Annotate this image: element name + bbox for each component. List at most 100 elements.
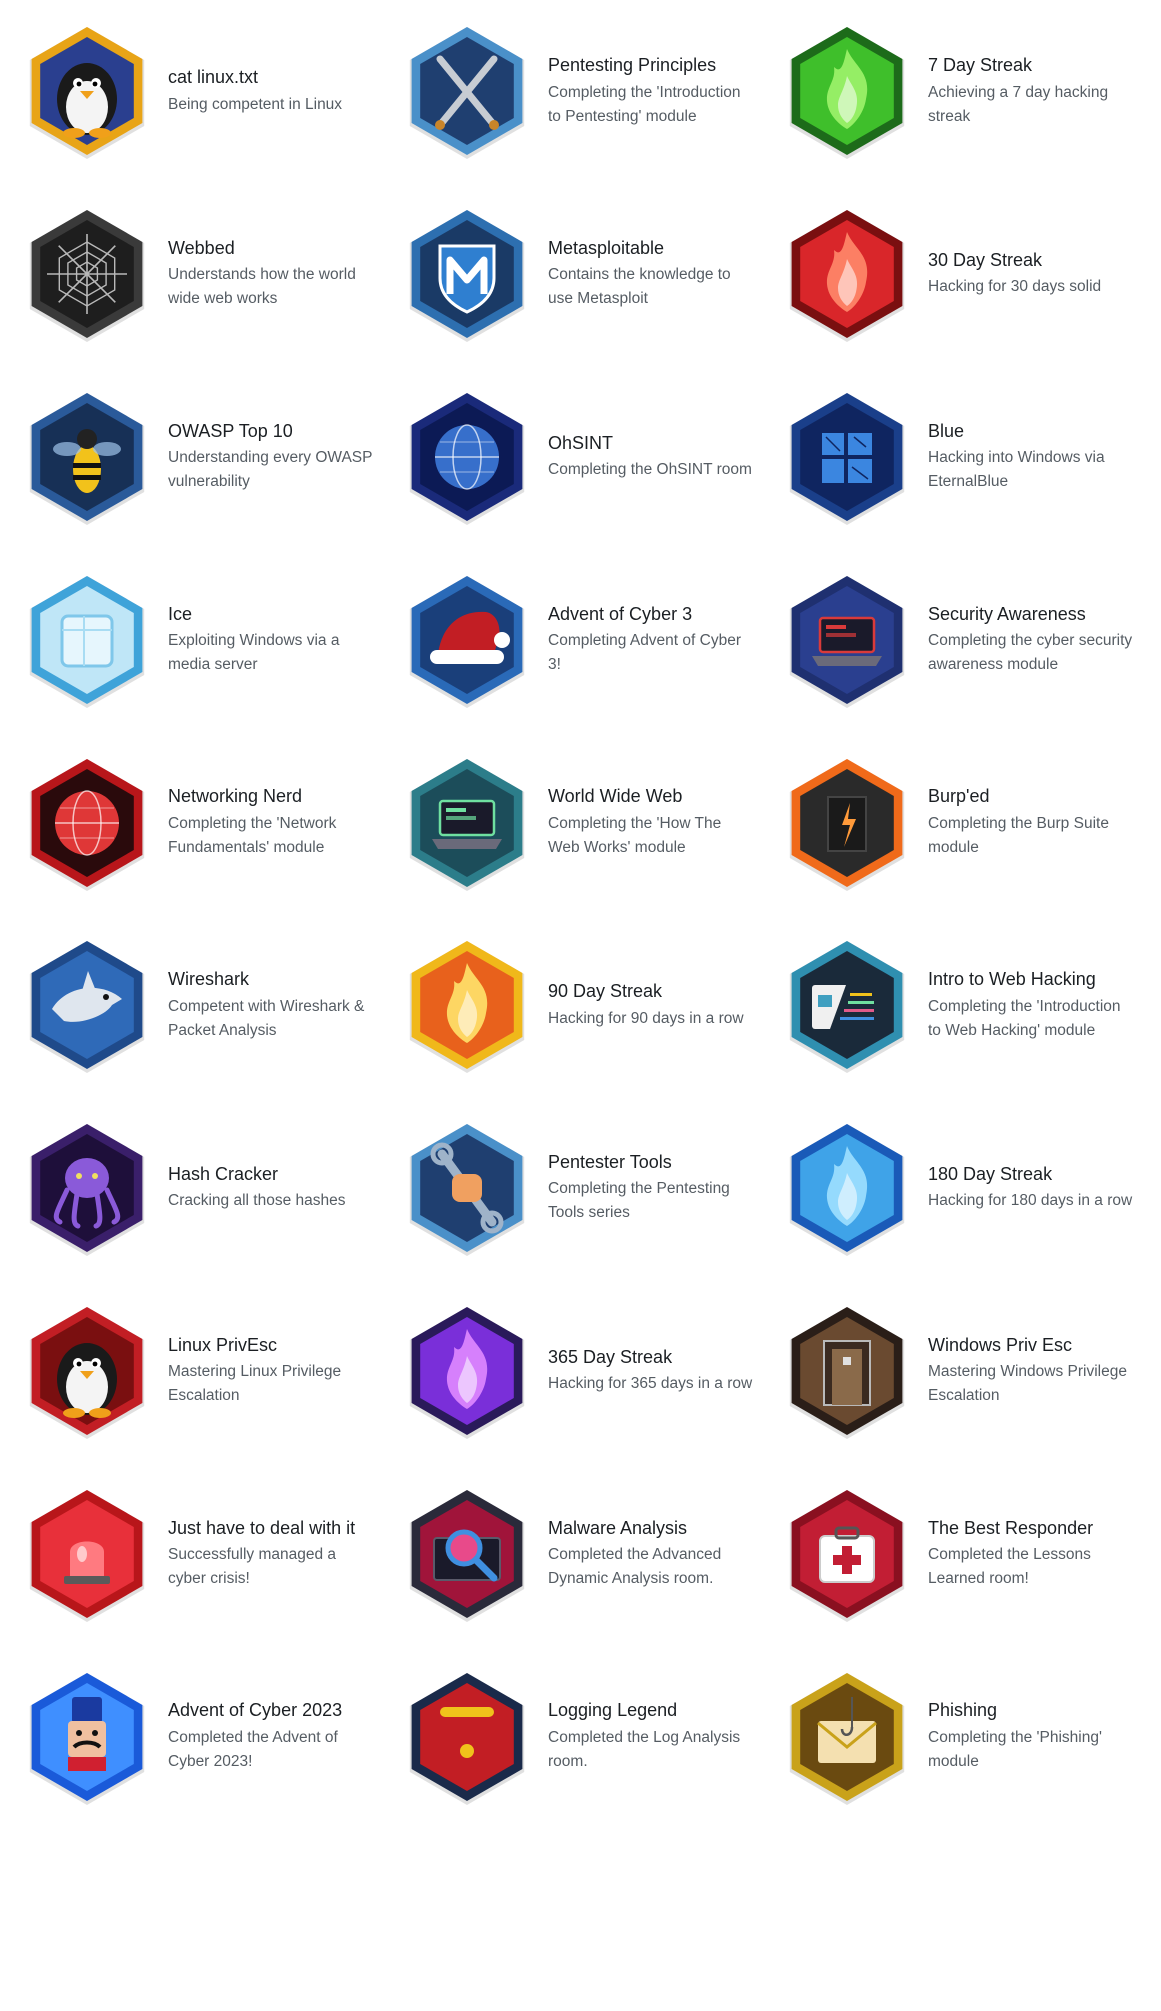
badge-description: Hacking for 365 days in a row (548, 1375, 753, 1393)
shark-icon (22, 935, 152, 1075)
badge-title: Malware Analysis (548, 1517, 688, 1538)
badge-info: 90 Day Streak Hacking for 90 days in a ro… (548, 980, 753, 1031)
badge-info: Ice Exploiting Windows via a media server (168, 603, 373, 678)
badge-info: Wireshark Competent with Wireshark & Pack… (168, 968, 373, 1043)
badge-description: Hacking for 180 days in a row (928, 1192, 1133, 1210)
badge-info: Webbed Understands how the world wide web… (168, 237, 373, 312)
badge-info: 7 Day Streak Achieving a 7 day hacking st… (928, 54, 1133, 129)
nutcracker-icon (22, 1667, 152, 1807)
badge-title: cat linux.txt (168, 67, 259, 88)
badge-card: 180 Day Streak Hacking for 180 days in a … (782, 1097, 1161, 1280)
wasp-icon (22, 387, 152, 527)
badge-card: Advent of Cyber 2023 Completed the Advent… (22, 1645, 402, 1828)
orange-flame-icon (402, 935, 532, 1075)
badge-description: Completing the 'Phishing' module (928, 1728, 1102, 1770)
badge-info: Logging Legend Completed the Log Analysis… (548, 1699, 753, 1774)
badge-title: Pentester Tools (548, 1151, 672, 1172)
badge-title: OhSINT (548, 432, 614, 453)
badge-card: 365 Day Streak Hacking for 365 days in a … (402, 1280, 782, 1463)
badge-info: Networking Nerd Completing the 'Network F… (168, 785, 373, 860)
burp-suite-icon (782, 753, 912, 893)
badge-description: Completing the 'Introduction to Web Hack… (928, 997, 1121, 1039)
first-aid-kit-icon (782, 1484, 912, 1624)
log-scroll-icon (402, 1667, 532, 1807)
badge-description: Cracking all those hashes (168, 1192, 346, 1210)
magnifier-malware-icon (402, 1484, 532, 1624)
badge-title: Webbed (168, 237, 235, 258)
badge-description: Contains the knowledge to use Metasploit (548, 266, 731, 308)
crossed-swords-icon (402, 21, 532, 161)
badge-description: Completing Advent of Cyber 3! (548, 632, 741, 674)
badge-card: Advent of Cyber 3 Completing Advent of Cy… (402, 548, 782, 731)
purple-flame-icon (402, 1301, 532, 1441)
badge-description: Understands how the world wide web works (168, 266, 356, 308)
badge-title: The Best Responder (928, 1517, 1094, 1538)
badge-title: Security Awareness (928, 603, 1086, 624)
badge-description: Completing the Burp Suite module (928, 814, 1109, 856)
badge-info: 30 Day Streak Hacking for 30 days solid (928, 249, 1133, 300)
badge-info: Advent of Cyber 2023 Completed the Advent… (168, 1699, 373, 1774)
badge-title: Advent of Cyber 2023 (168, 1700, 343, 1721)
badge-card: Pentester Tools Completing the Pentesting… (402, 1097, 782, 1280)
badge-card: Malware Analysis Completed the Advanced D… (402, 1462, 782, 1645)
badge-card: Blue Hacking into Windows via EternalBlue (782, 366, 1161, 549)
badge-description: Understanding every OWASP vulnerability (168, 449, 373, 491)
badge-info: Phishing Completing the 'Phishing' module (928, 1699, 1133, 1774)
badge-card: Metasploitable Contains the knowledge to … (402, 183, 782, 366)
badge-info: Hash Cracker Cracking all those hashes (168, 1163, 373, 1214)
badge-description: Successfully managed a cyber crisis! (168, 1546, 337, 1588)
badge-description: Completing the 'How The Web Works' modul… (548, 814, 722, 856)
badge-description: Completed the Advanced Dynamic Analysis … (548, 1546, 722, 1588)
globe-icon (402, 387, 532, 527)
badge-info: World Wide Web Completing the 'How The We… (548, 785, 753, 860)
blue-flame-icon (782, 1118, 912, 1258)
badge-description: Being competent in Linux (168, 95, 343, 113)
badge-title: Blue (928, 420, 965, 441)
badge-info: Malware Analysis Completed the Advanced D… (548, 1517, 753, 1592)
elevator-icon (782, 1301, 912, 1441)
badge-info: Intro to Web Hacking Completing the 'Intr… (928, 968, 1133, 1043)
badge-card: Just have to deal with it Successfully ma… (22, 1462, 402, 1645)
badge-title: Metasploitable (548, 237, 665, 258)
badge-description: Mastering Windows Privilege Escalation (928, 1363, 1127, 1405)
badge-card: Logging Legend Completed the Log Analysis… (402, 1645, 782, 1828)
badge-card: Windows Priv Esc Mastering Windows Privil… (782, 1280, 1161, 1463)
badge-card: OhSINT Completing the OhSINT room (402, 366, 782, 549)
badge-title: 365 Day Streak (548, 1346, 673, 1367)
laptop-alert-icon (782, 570, 912, 710)
badge-grid: cat linux.txt Being competent in Linux Pen… (0, 0, 1161, 2011)
badge-card: Ice Exploiting Windows via a media server (22, 548, 402, 731)
badge-description: Completing the OhSINT room (548, 461, 752, 479)
badge-card: Networking Nerd Completing the 'Network F… (22, 731, 402, 914)
badge-title: Burp'ed (928, 786, 990, 807)
badge-card: Phishing Completing the 'Phishing' module (782, 1645, 1161, 1828)
badge-description: Completed the Advent of Cyber 2023! (168, 1728, 338, 1770)
badge-card: 7 Day Streak Achieving a 7 day hacking st… (782, 0, 1161, 183)
badge-card: World Wide Web Completing the 'How The We… (402, 731, 782, 914)
badge-description: Exploiting Windows via a media server (168, 632, 340, 674)
spider-web-icon (22, 204, 152, 344)
network-orb-icon (22, 753, 152, 893)
badge-title: Hash Cracker (168, 1163, 279, 1184)
badge-title: 30 Day Streak (928, 249, 1043, 270)
badge-info: Windows Priv Esc Mastering Windows Privil… (928, 1334, 1133, 1409)
badge-card: Intro to Web Hacking Completing the 'Intr… (782, 914, 1161, 1097)
badge-info: 365 Day Streak Hacking for 365 days in a … (548, 1346, 753, 1397)
badge-title: Just have to deal with it (168, 1517, 356, 1538)
badge-description: Hacking for 30 days solid (928, 278, 1102, 296)
badge-description: Mastering Linux Privilege Escalation (168, 1363, 342, 1405)
metasploit-shield-icon (402, 204, 532, 344)
badge-card: Hash Cracker Cracking all those hashes (22, 1097, 402, 1280)
badge-title: Phishing (928, 1700, 998, 1721)
windows-cracked-icon (782, 387, 912, 527)
badge-card: Webbed Understands how the world wide web… (22, 183, 402, 366)
siren-icon (22, 1484, 152, 1624)
badge-title: Networking Nerd (168, 786, 303, 807)
badge-info: Advent of Cyber 3 Completing Advent of Cy… (548, 603, 753, 678)
badge-title: Ice (168, 603, 193, 624)
badge-card: 30 Day Streak Hacking for 30 days solid (782, 183, 1161, 366)
badge-card: Linux PrivEsc Mastering Linux Privilege E… (22, 1280, 402, 1463)
badge-title: Logging Legend (548, 1700, 678, 1721)
badge-card: Security Awareness Completing the cyber s… (782, 548, 1161, 731)
badge-card: Pentesting Principles Completing the 'Int… (402, 0, 782, 183)
